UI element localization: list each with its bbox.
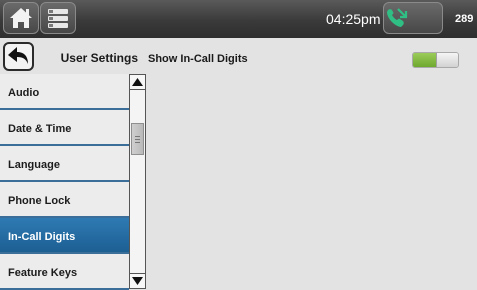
list-item-label: In-Call Digits <box>8 231 76 243</box>
triangle-down-icon <box>132 277 143 285</box>
call-button[interactable] <box>383 2 443 34</box>
page-title: User Settings <box>60 51 138 65</box>
scroll-thumb[interactable] <box>131 123 144 155</box>
scroll-down-button[interactable] <box>130 273 145 288</box>
list-item-in-call-digits[interactable]: In-Call Digits <box>0 218 129 254</box>
phone-icon <box>387 8 408 27</box>
list-item-date-time[interactable]: Date & Time <box>0 110 129 146</box>
menu-button[interactable] <box>40 2 76 34</box>
setting-label: Show In-Call Digits <box>148 53 248 65</box>
triangle-up-icon <box>132 78 143 86</box>
menu-icon <box>48 9 68 28</box>
clock: 04:25pm <box>326 11 381 27</box>
status-bar: 04:25pm 289 <box>0 0 477 38</box>
list-item-label: Language <box>8 159 60 171</box>
show-in-call-digits-toggle[interactable] <box>412 52 459 68</box>
list-item-language[interactable]: Language <box>0 146 129 182</box>
settings-list: Audio Date & Time Language Phone Lock In… <box>0 74 129 290</box>
scroll-up-button[interactable] <box>130 75 145 90</box>
toggle-on-fill <box>413 53 436 67</box>
line-number: 289 <box>455 13 474 25</box>
list-item-label: Feature Keys <box>8 267 78 279</box>
home-button[interactable] <box>3 2 39 34</box>
list-item-phone-lock[interactable]: Phone Lock <box>0 182 129 218</box>
list-item-label: Phone Lock <box>8 195 71 207</box>
home-icon <box>10 8 32 28</box>
back-arrow-icon <box>8 47 28 64</box>
back-button[interactable] <box>3 42 34 71</box>
list-item-audio[interactable]: Audio <box>0 74 129 110</box>
list-item-label: Audio <box>8 87 40 99</box>
list-item-feature-keys[interactable]: Feature Keys <box>0 254 129 290</box>
list-scrollbar[interactable] <box>129 74 146 289</box>
list-item-label: Date & Time <box>8 123 72 135</box>
toggle-knob <box>436 53 458 67</box>
